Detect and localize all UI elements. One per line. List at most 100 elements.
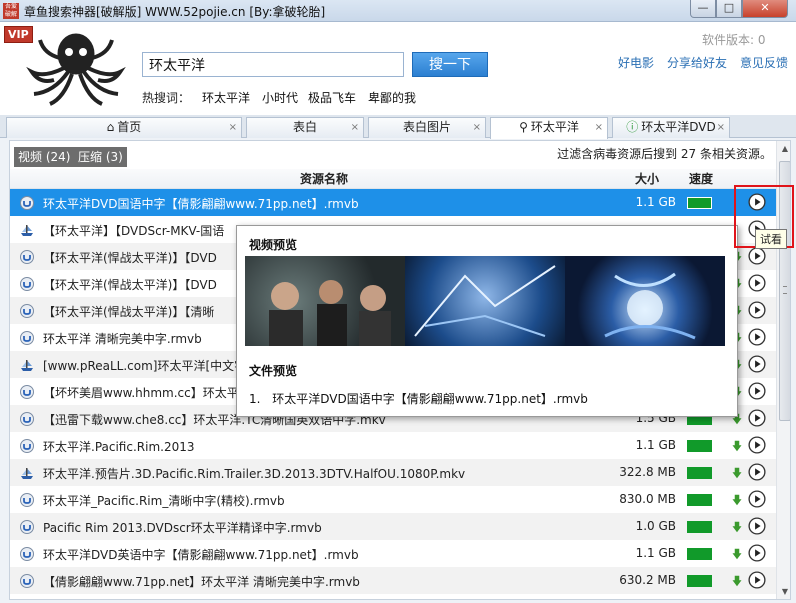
filter-archive-button[interactable]: 压缩 (3) (74, 147, 127, 167)
magnet-icon (20, 439, 34, 453)
play-icon[interactable] (748, 544, 766, 562)
magnet-icon (20, 196, 34, 210)
scroll-up-icon[interactable]: ▲ (780, 144, 790, 153)
filter-video-button[interactable]: 视频 (24) (14, 147, 75, 167)
tab-biaobai[interactable]: 表白 × (246, 117, 364, 138)
search-input[interactable] (142, 52, 404, 77)
video-frame-image (565, 256, 725, 346)
download-icon[interactable] (731, 466, 743, 480)
good-movies-link[interactable]: 好电影 (618, 54, 654, 71)
app-logo: 吾爱破解 (3, 3, 19, 19)
tab-close-icon[interactable]: × (473, 118, 481, 137)
speed-bar (687, 494, 712, 506)
magnet-icon (20, 277, 34, 291)
title-bar: 吾爱破解 章鱼搜索神器[破解版] WWW.52pojie.cn [By:拿破轮胎… (0, 0, 796, 22)
grip-icon (783, 286, 787, 294)
resource-name: Pacific Rim 2013.DVDscr环太平洋精译中字.rmvb (43, 521, 322, 535)
scroll-down-icon[interactable]: ▼ (780, 587, 790, 596)
magnet-icon (20, 547, 34, 561)
resource-size: 630.2 MB (619, 573, 676, 587)
download-icon[interactable] (731, 493, 743, 507)
play-icon[interactable] (748, 490, 766, 508)
tab-home[interactable]: ⌂ 首页 × (6, 117, 242, 138)
play-icon[interactable] (748, 382, 766, 400)
close-button[interactable]: ✕ (742, 0, 788, 18)
tab-close-icon[interactable]: × (595, 118, 603, 137)
hot-word-link[interactable]: 卑鄙的我 (368, 89, 416, 106)
tab-dvd[interactable]: ⓘ 环太平洋DVD × (612, 117, 730, 138)
video-frame-image (245, 256, 405, 346)
tab-close-icon[interactable]: × (351, 118, 359, 137)
play-icon[interactable] (748, 355, 766, 373)
file-preview-title: 文件预览 (249, 364, 298, 378)
video-preview-title: 视频预览 (249, 238, 298, 252)
table-row[interactable]: 环太平洋.Pacific.Rim.2013 1.1 GB (10, 432, 776, 459)
download-icon[interactable] (731, 520, 743, 534)
download-icon[interactable] (731, 547, 743, 561)
search-button[interactable]: 搜一下 (412, 52, 488, 77)
tab-close-icon[interactable]: × (717, 118, 725, 137)
tab-label: 环太平洋 (530, 120, 579, 134)
share-link[interactable]: 分享给好友 (667, 54, 727, 71)
column-size[interactable]: 大小 (635, 169, 659, 189)
table-row[interactable]: 环太平洋_Pacific.Rim_清晰中字(精校).rmvb 830.0 MB (10, 486, 776, 513)
play-icon[interactable] (748, 571, 766, 589)
speed-bar (687, 521, 712, 533)
video-frames (245, 256, 725, 346)
tab-close-icon[interactable]: × (229, 118, 237, 137)
play-icon[interactable] (748, 247, 766, 265)
resource-size: 1.1 GB (635, 438, 676, 452)
table-row[interactable]: 【倩影翩翩www.71pp.net】环太平洋 清晰完美中字.rmvb 630.2 … (10, 567, 776, 594)
tab-label: 环太平洋DVD (641, 120, 716, 134)
magnet-icon (20, 385, 34, 399)
speed-bar (687, 467, 712, 479)
window-title: 章鱼搜索神器[破解版] WWW.52pojie.cn [By:拿破轮胎] (24, 5, 326, 19)
header: VIP 搜一下 热搜词： 环太平洋 小时代 极品飞车 卑鄙的我 软件版本: 0 … (0, 22, 796, 115)
table-row[interactable]: Pacific Rim 2013.DVDscr环太平洋精译中字.rmvb 1.0 … (10, 513, 776, 540)
hot-word-link[interactable]: 极品飞车 (308, 89, 356, 106)
table-row[interactable]: 环太平洋.预告片.3D.Pacific.Rim.Trailer.3D.2013.… (10, 459, 776, 486)
column-speed[interactable]: 速度 (689, 169, 713, 189)
resource-name: 环太平洋DVD英语中字【倩影翩翩www.71pp.net】.rmvb (43, 548, 359, 562)
tab-search-result[interactable]: ⚲ 环太平洋 × (490, 117, 608, 139)
ship-icon (21, 360, 33, 371)
feedback-link[interactable]: 意见反馈 (740, 54, 788, 71)
magnet-icon (20, 412, 34, 426)
download-icon[interactable] (731, 439, 743, 453)
table-header (10, 169, 776, 189)
hot-words-label: 热搜词： (142, 91, 191, 105)
resource-size: 1.1 GB (635, 195, 676, 209)
hot-word-link[interactable]: 环太平洋 (202, 89, 250, 106)
play-icon[interactable] (748, 301, 766, 319)
table-row[interactable]: 环太平洋DVD国语中字【倩影翩翩www.71pp.net】.rmvb 1.1 GB (10, 189, 776, 216)
play-icon[interactable] (748, 328, 766, 346)
tab-label: 表白图片 (402, 120, 451, 134)
file-name: 环太平洋DVD国语中字【倩影翩翩www.71pp.net】.rmvb (272, 392, 588, 406)
play-icon[interactable] (748, 409, 766, 427)
magnet-icon (20, 250, 34, 264)
column-name[interactable]: 资源名称 (300, 169, 348, 189)
hot-word-link[interactable]: 小时代 (262, 89, 298, 106)
minimize-button[interactable]: — (690, 0, 716, 18)
play-icon[interactable] (748, 517, 766, 535)
tab-biaobai-images[interactable]: 表白图片 × (368, 117, 486, 138)
file-number: 1. (249, 392, 261, 406)
table-row[interactable]: 环太平洋DVD英语中字【倩影翩翩www.71pp.net】.rmvb 1.1 GB (10, 540, 776, 567)
search-icon: ⚲ (519, 120, 528, 134)
play-icon[interactable] (748, 274, 766, 292)
tab-bar: ⌂ 首页 × 表白 × 表白图片 × ⚲ 环太平洋 × ⓘ 环太平洋DVD × (0, 115, 796, 139)
download-icon[interactable] (731, 574, 743, 588)
play-icon[interactable] (748, 463, 766, 481)
speed-bar (687, 575, 712, 587)
resource-name: 环太平洋_Pacific.Rim_清晰中字(精校).rmvb (43, 494, 285, 508)
resource-name: 环太平洋.预告片.3D.Pacific.Rim.Trailer.3D.2013.… (43, 467, 466, 481)
home-icon: ⌂ (106, 120, 115, 134)
tooltip: 试看 (755, 229, 787, 249)
resource-size: 1.0 GB (635, 519, 676, 533)
maximize-button[interactable]: □ (716, 0, 742, 18)
play-icon[interactable] (748, 436, 766, 454)
octopus-logo (26, 33, 126, 106)
speed-bar (687, 197, 712, 209)
tab-label: 首页 (117, 120, 142, 134)
resource-name: 环太平洋DVD国语中字【倩影翩翩www.71pp.net】.rmvb (43, 197, 359, 211)
